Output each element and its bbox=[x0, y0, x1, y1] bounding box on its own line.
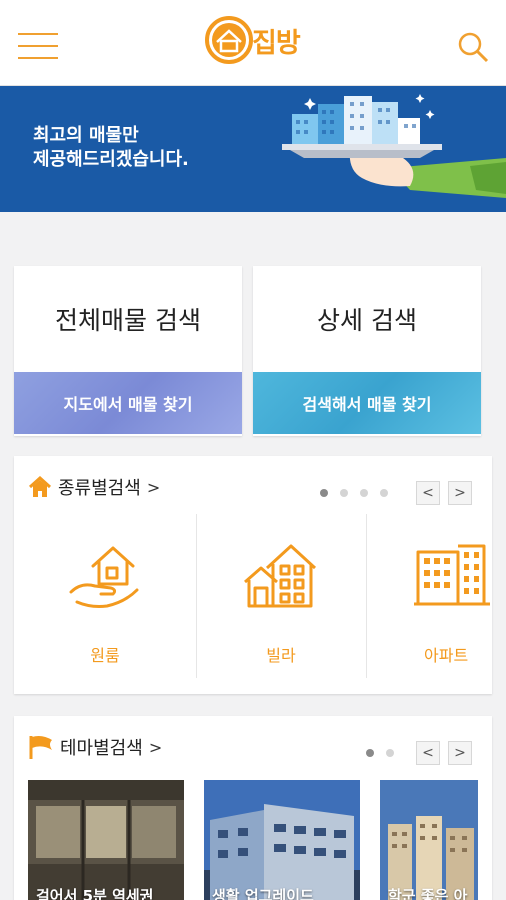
banner-line-2: 제공해드리겠습니다. bbox=[33, 149, 189, 170]
type-item-label: 빌라 bbox=[266, 646, 296, 665]
theme-search-label: 테마별검색 bbox=[60, 738, 143, 759]
villa-icon bbox=[244, 544, 317, 608]
all-listings-search-card[interactable]: 전체매물 검색 지도에서 매물 찾기 bbox=[14, 266, 242, 436]
type-item-label: 원룸 bbox=[90, 646, 120, 665]
pager-dot[interactable] bbox=[360, 489, 368, 497]
type-search-panel: 종류별검색 > < > 원룸 빌라 아파트 bbox=[14, 456, 492, 694]
pager-dot[interactable] bbox=[380, 489, 388, 497]
theme-card-caption: 학군 좋은 아 bbox=[388, 887, 468, 900]
chevron-right-icon: > bbox=[148, 737, 163, 757]
all-listings-search-title: 전체매물 검색 bbox=[55, 306, 201, 335]
type-item-villa[interactable]: 빌라 bbox=[196, 514, 366, 678]
theme-prev-button[interactable]: < bbox=[416, 741, 440, 765]
detail-search-title: 상세 검색 bbox=[317, 306, 417, 335]
logo-house-icon bbox=[205, 16, 253, 64]
type-prev-button[interactable]: < bbox=[416, 481, 440, 505]
app-header: 집방 bbox=[0, 0, 506, 86]
theme-card-caption: 생활 업그레이드 bbox=[212, 887, 314, 900]
apartment-icon bbox=[414, 544, 490, 606]
find-by-search-button[interactable]: 검색해서 매물 찾기 bbox=[253, 372, 481, 434]
type-search-pager bbox=[320, 489, 388, 497]
chevron-right-icon: > bbox=[146, 477, 161, 497]
detail-search-card[interactable]: 상세 검색 검색해서 매물 찾기 bbox=[253, 266, 481, 436]
logo-text: 집방 bbox=[252, 27, 301, 59]
theme-search-heading[interactable]: 테마별검색 > bbox=[28, 734, 162, 760]
banner-text: 최고의 매물만 제공해드리겠습니다. bbox=[33, 124, 189, 172]
type-next-button[interactable]: > bbox=[448, 481, 472, 505]
hamburger-menu-icon[interactable] bbox=[18, 33, 58, 61]
tray-buildings-illustration bbox=[282, 94, 506, 198]
flag-icon bbox=[29, 736, 52, 759]
theme-search-pager bbox=[366, 749, 394, 757]
type-item-apartment[interactable]: 아파트 bbox=[366, 514, 492, 678]
type-search-label: 종류별검색 bbox=[58, 478, 141, 499]
subway-photo-image bbox=[28, 780, 184, 900]
home-icon bbox=[28, 476, 52, 497]
pager-dot[interactable] bbox=[366, 749, 374, 757]
theme-card-upgrade[interactable]: 생활 업그레이드 bbox=[204, 780, 360, 900]
pager-dot[interactable] bbox=[386, 749, 394, 757]
pager-dot[interactable] bbox=[320, 489, 328, 497]
type-item-oneroom[interactable]: 원룸 bbox=[14, 514, 196, 678]
theme-card-school[interactable]: 학군 좋은 아 bbox=[380, 780, 478, 900]
banner-line-1: 최고의 매물만 bbox=[33, 125, 139, 146]
search-icon[interactable] bbox=[456, 30, 490, 64]
theme-next-button[interactable]: > bbox=[448, 741, 472, 765]
hand-house-icon bbox=[69, 546, 139, 608]
promo-banner[interactable]: 최고의 매물만 제공해드리겠습니다. bbox=[0, 86, 506, 212]
pager-dot[interactable] bbox=[340, 489, 348, 497]
theme-card-station[interactable]: 걸어서 5분 역세권 bbox=[28, 780, 184, 900]
find-on-map-button[interactable]: 지도에서 매물 찾기 bbox=[14, 372, 242, 434]
type-search-heading[interactable]: 종류별검색 > bbox=[28, 474, 160, 500]
theme-search-panel: 테마별검색 > < > 걸어서 5분 역세권 생활 업그레이드 학군 좋은 아 bbox=[14, 716, 492, 900]
app-logo[interactable]: 집방 bbox=[204, 14, 301, 66]
theme-card-caption: 걸어서 5분 역세권 bbox=[36, 887, 154, 900]
type-item-label: 아파트 bbox=[424, 646, 469, 665]
apartment-photo-image bbox=[380, 780, 478, 900]
building-photo-image bbox=[204, 780, 360, 900]
